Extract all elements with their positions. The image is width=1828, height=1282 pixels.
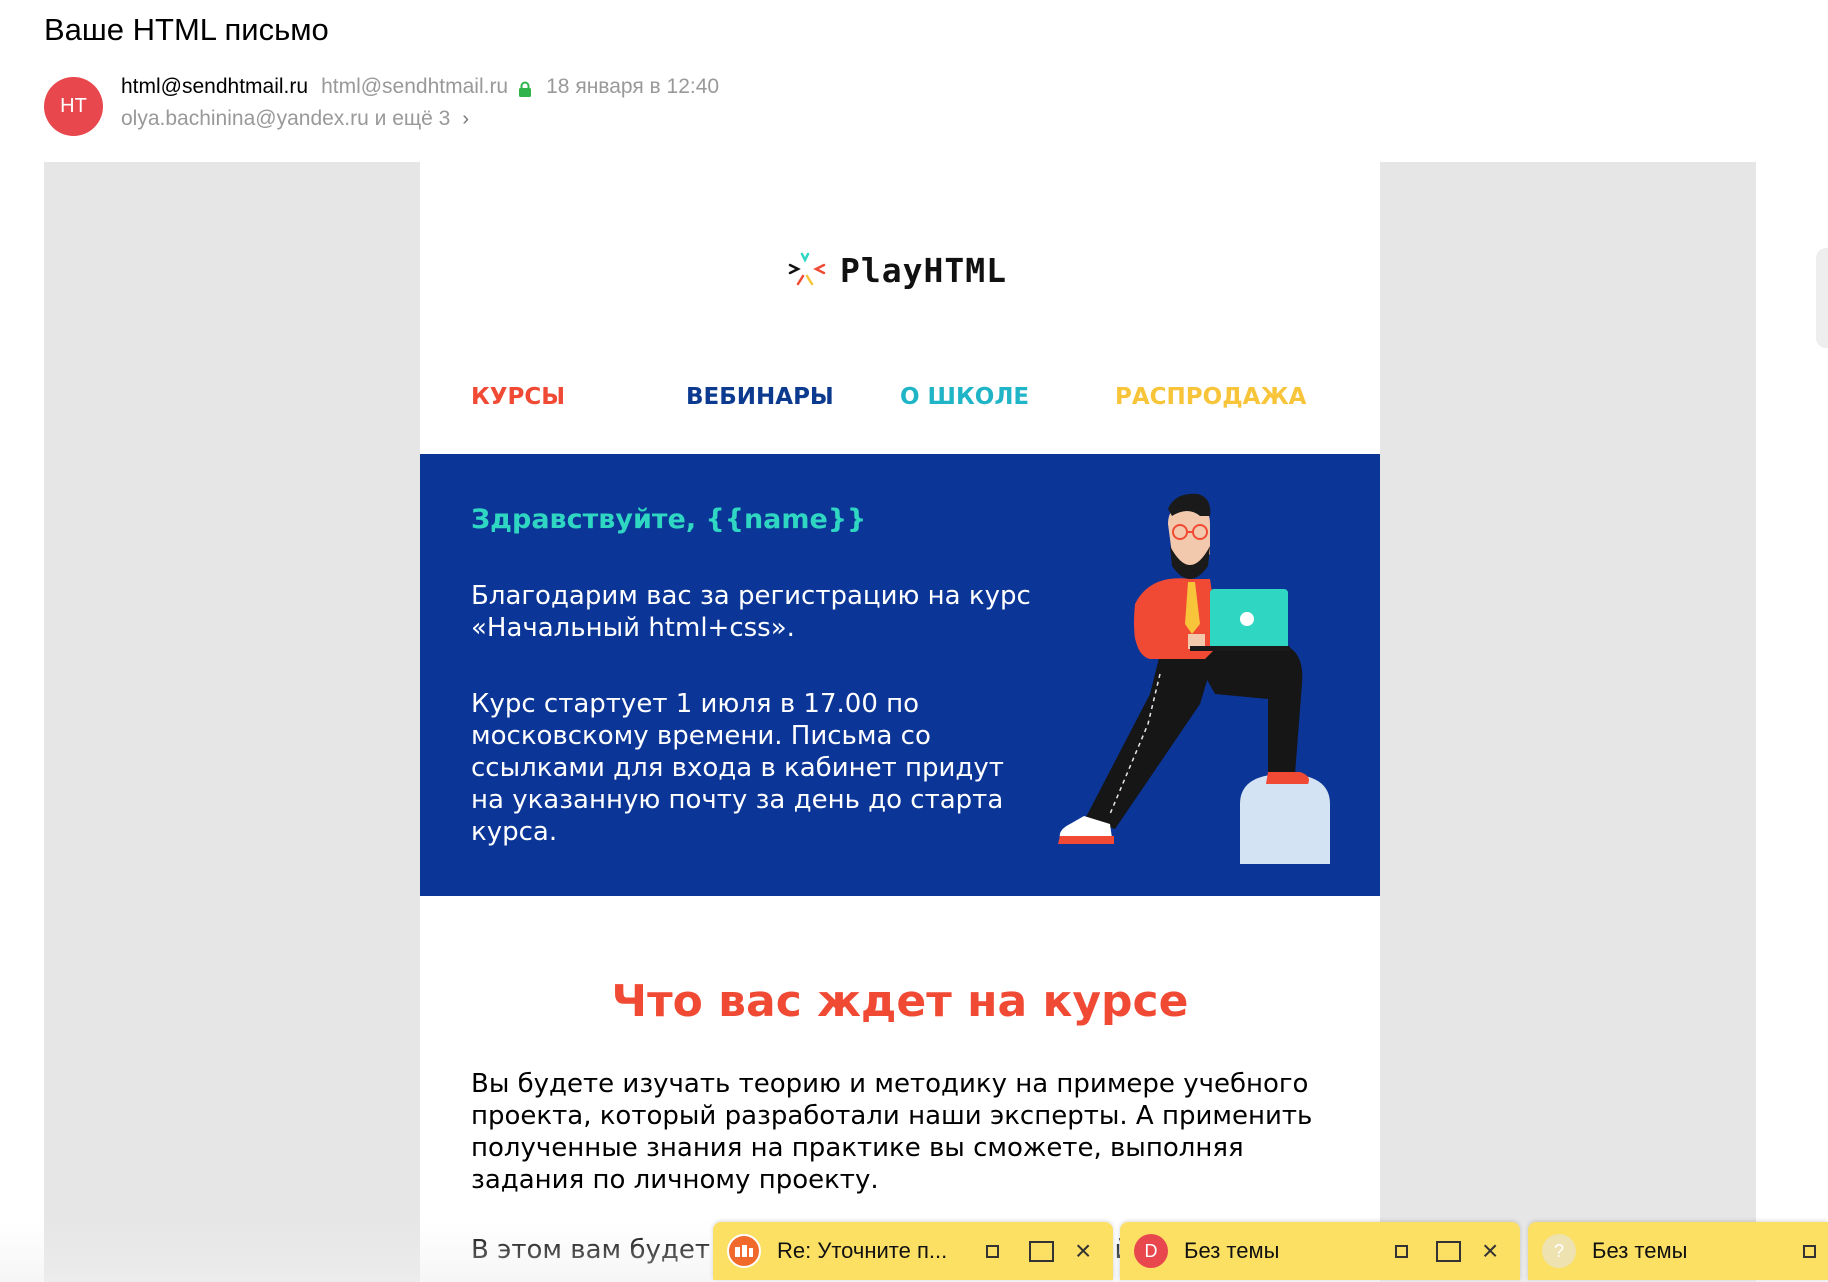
maximize-icon[interactable] [1029, 1222, 1054, 1280]
side-panel-handle[interactable] [1816, 248, 1828, 348]
hero-paragraph-start: Курс стартует 1 июля в 17.00 по московск… [471, 689, 1004, 847]
nav-sale[interactable]: РАСПРОДАЖА [1115, 384, 1306, 410]
course-description: Вы будете изучать теорию и методику на п… [471, 1069, 1313, 1195]
email-content: PlayHTML КУРСЫ ВЕБИНАРЫ О ШКОЛЕ РАСПРОДА… [420, 162, 1380, 1282]
hero-paragraph-registration: Благодарим вас за регистрацию на курс «Н… [471, 581, 1031, 643]
sender-avatar[interactable]: HT [44, 77, 103, 136]
recipients-toggle[interactable]: olya.bachinina@yandex.ru и ещё 3 › [121, 107, 469, 131]
chevron-right-icon: › [462, 107, 470, 130]
hero-banner: Здравствуйте, {{name}} Благодарим вас за… [420, 454, 1380, 896]
sent-date: 18 января в 12:40 [546, 75, 720, 98]
sender-avatar-icon [727, 1234, 761, 1268]
compose-tab-no-subject-2[interactable]: ? Без темы [1528, 1222, 1828, 1280]
compose-tab-no-subject[interactable]: D Без темы × [1120, 1222, 1520, 1280]
maximize-icon[interactable] [1436, 1222, 1461, 1280]
sender-avatar-icon: D [1134, 1234, 1168, 1268]
hero-greeting: Здравствуйте, {{name}} [471, 504, 867, 535]
sender-line: html@sendhtmail.ru html@sendhtmail.ru 18… [121, 75, 719, 99]
compose-tab-title: Без темы [1592, 1238, 1688, 1263]
nav-about-school[interactable]: О ШКОЛЕ [900, 384, 1029, 410]
compose-tab-title: Re: Уточните п... [777, 1238, 948, 1263]
recipients-list: olya.bachinina@yandex.ru и ещё 3 [121, 107, 451, 130]
minimize-icon[interactable] [1395, 1222, 1408, 1280]
email-subject: Ваше HTML письмо [44, 12, 329, 47]
nav-courses[interactable]: КУРСЫ [471, 384, 565, 410]
compose-tab-reply[interactable]: Re: Уточните п... × [713, 1222, 1113, 1280]
close-icon[interactable]: × [1482, 1222, 1498, 1280]
developer-illustration [1058, 493, 1330, 864]
lock-icon [518, 79, 532, 97]
course-section-title: Что вас ждет на курсе [611, 976, 1189, 1027]
logo-text: PlayHTML [840, 250, 1007, 290]
minimize-icon[interactable] [1803, 1222, 1816, 1280]
sender-name[interactable]: html@sendhtmail.ru [121, 75, 308, 99]
playhtml-logo[interactable]: PlayHTML [786, 248, 1007, 292]
email-nav: КУРСЫ ВЕБИНАРЫ О ШКОЛЕ РАСПРОДАЖА [420, 384, 1380, 438]
sender-email[interactable]: html@sendhtmail.ru [321, 75, 508, 99]
nav-webinars[interactable]: ВЕБИНАРЫ [686, 384, 834, 410]
sender-avatar-icon: ? [1542, 1234, 1576, 1268]
playhtml-logo-icon [788, 252, 826, 286]
compose-tab-title: Без темы [1184, 1238, 1280, 1263]
minimize-icon[interactable] [986, 1222, 999, 1280]
close-icon[interactable]: × [1075, 1222, 1091, 1280]
